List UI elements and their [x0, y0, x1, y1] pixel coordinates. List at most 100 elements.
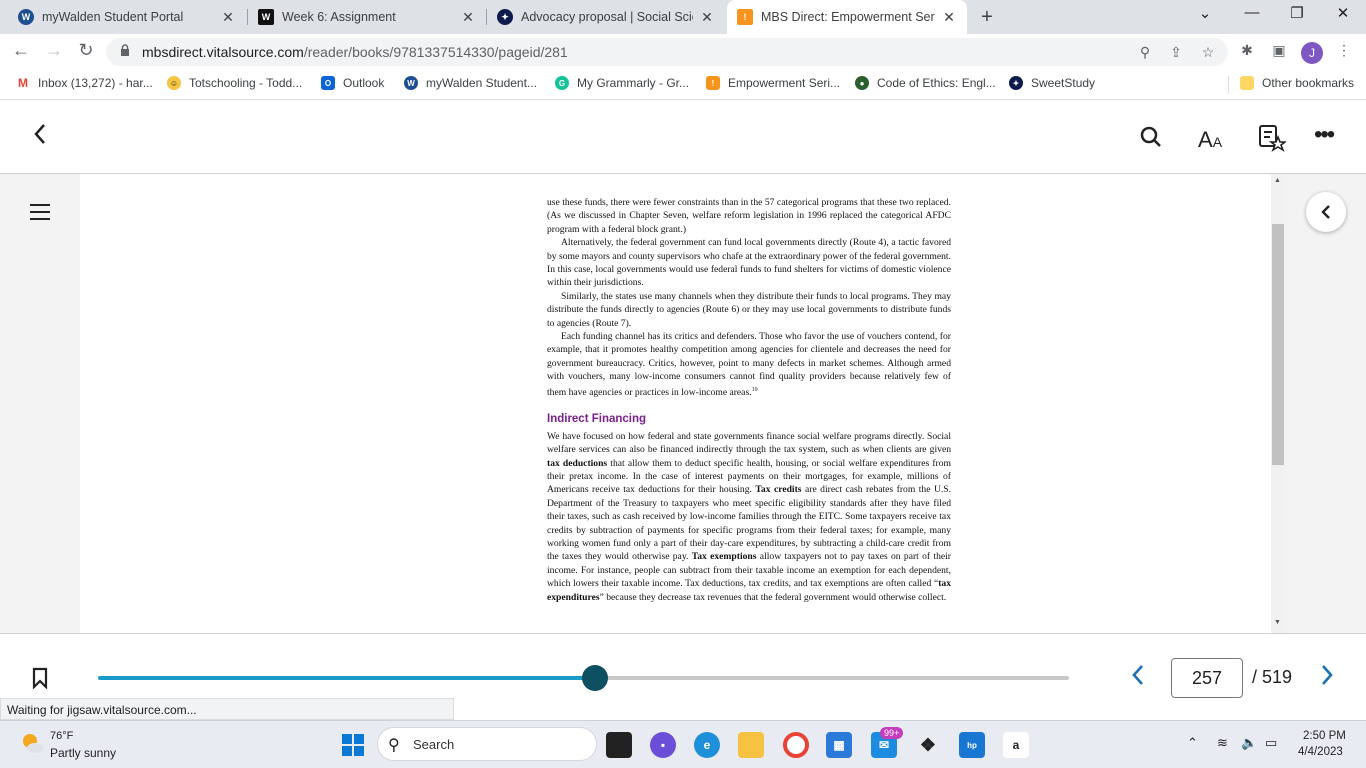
close-window-icon[interactable]: ✕ — [1333, 4, 1353, 22]
weather-condition[interactable]: Partly sunny — [50, 746, 116, 760]
volume-icon[interactable]: 🔈 — [1241, 735, 1257, 751]
clock-date[interactable]: 4/4/2023 — [1298, 746, 1343, 758]
tab-week6-assignment[interactable]: W Week 6: Assignment ✕ — [248, 0, 486, 34]
mbs-icon: ! — [737, 9, 753, 25]
search-icon: ⚲ — [388, 737, 400, 754]
file-explorer-icon[interactable] — [738, 732, 764, 758]
book-page: use these funds, there were fewer constr… — [80, 174, 1271, 633]
other-bookmarks[interactable]: Other bookmarks — [1240, 76, 1354, 90]
weather-temp[interactable]: 76°F — [50, 730, 73, 742]
status-bar: Waiting for jigsaw.vitalsource.com... — [0, 698, 454, 720]
reader-header: AA ••• — [0, 101, 1366, 174]
section-heading: Indirect Financing — [547, 413, 647, 426]
next-page-icon[interactable] — [1320, 664, 1334, 692]
share-icon[interactable]: ⇪ — [1167, 44, 1185, 61]
text-size-icon[interactable]: AA — [1198, 127, 1222, 153]
bookmark-sweetstudy[interactable]: ✦ SweetStudy — [1009, 76, 1095, 90]
wifi-icon[interactable]: ≋ — [1217, 735, 1228, 751]
w-icon: W — [258, 9, 274, 25]
reload-icon[interactable]: ↻ — [75, 40, 97, 61]
text-span: We have focused on how federal and state… — [547, 430, 951, 456]
partly-sunny-icon[interactable] — [20, 731, 44, 755]
windows-start-icon[interactable] — [340, 732, 366, 758]
edge-icon[interactable]: e — [694, 732, 720, 758]
bookmark-outlook[interactable]: O Outlook — [321, 76, 384, 90]
page-number-input[interactable]: 257 — [1171, 658, 1243, 698]
tab-title: myWalden Student Portal — [42, 10, 184, 24]
walden-icon: W — [18, 9, 34, 25]
hp-app-icon[interactable]: hp — [959, 732, 985, 758]
more-menu-icon[interactable]: ⋮ — [1334, 42, 1354, 59]
gmail-icon: M — [16, 76, 30, 90]
task-view-icon[interactable] — [606, 732, 632, 758]
bookmark-empowerment[interactable]: ! Empowerment Seri... — [706, 76, 840, 90]
bookmark-icon[interactable] — [32, 667, 48, 689]
notes-star-icon[interactable] — [1258, 124, 1288, 158]
clock-time[interactable]: 2:50 PM — [1303, 730, 1346, 742]
sweetstudy-icon: ✦ — [1009, 76, 1023, 90]
folder-icon — [1240, 76, 1254, 90]
tab-search-icon[interactable]: ⌄ — [1195, 4, 1215, 22]
star-icon[interactable]: ☆ — [1199, 44, 1217, 61]
tab-mywalden[interactable]: W myWalden Student Portal ✕ — [8, 0, 246, 34]
chevron-up-icon[interactable]: ⌃ — [1187, 735, 1198, 751]
more-options-icon[interactable]: ••• — [1314, 121, 1335, 149]
bookmark-grammarly[interactable]: G My Grammarly - Gr... — [555, 76, 689, 90]
tab-mbs-direct[interactable]: ! MBS Direct: Empowerment Series ✕ — [727, 0, 967, 34]
scrollbar-thumb[interactable] — [1272, 224, 1284, 465]
scroll-down-arrow-icon[interactable]: ▼ — [1274, 619, 1281, 626]
search-icon[interactable] — [1139, 125, 1163, 155]
taskbar-search[interactable]: ⚲ Search — [377, 727, 597, 761]
chevron-left-icon — [1321, 205, 1330, 219]
close-icon[interactable]: ✕ — [699, 9, 715, 26]
bookmark-totschooling[interactable]: ☺ Totschooling - Todd... — [167, 76, 302, 90]
forward-arrow-icon[interactable]: → — [43, 40, 65, 61]
page-total: / 519 — [1252, 667, 1293, 687]
back-arrow-icon[interactable]: ← — [10, 40, 32, 61]
bookmark-code-of-ethics[interactable]: ● Code of Ethics: Engl... — [855, 76, 996, 90]
footnote-ref[interactable]: 19 — [752, 387, 758, 393]
close-icon[interactable]: ✕ — [941, 9, 957, 26]
scroll-up-arrow-icon[interactable]: ▲ — [1274, 177, 1281, 184]
previous-page-icon[interactable] — [1131, 664, 1145, 692]
mail-badge: 99+ — [880, 727, 904, 739]
teams-chat-icon[interactable]: ▪ — [650, 732, 676, 758]
profile-avatar[interactable]: J — [1301, 42, 1323, 64]
chrome-icon[interactable] — [783, 732, 809, 758]
slider-handle[interactable] — [582, 665, 609, 691]
nasw-icon: ● — [855, 76, 869, 90]
zoom-icon[interactable]: ⚲ — [1136, 44, 1154, 61]
dropbox-icon[interactable]: ❖ — [915, 732, 941, 758]
bookmark-label: Empowerment Seri... — [728, 76, 841, 90]
close-icon[interactable]: ✕ — [460, 9, 476, 26]
address-bar[interactable]: mbsdirect.vitalsource.com/reader/books/9… — [106, 38, 1228, 66]
table-of-contents-icon[interactable] — [30, 204, 50, 225]
battery-icon[interactable]: ▭ — [1265, 735, 1277, 751]
bookmark-label: Outlook — [343, 76, 385, 90]
tab-title: MBS Direct: Empowerment Series — [761, 10, 935, 24]
back-chevron-icon[interactable] — [30, 123, 50, 151]
bookmark-mywalden[interactable]: W myWalden Student... — [404, 76, 537, 90]
url-path: /reader/books/9781337514330/pageid/281 — [303, 44, 568, 60]
paragraph: We have focused on how federal and state… — [547, 430, 951, 604]
new-tab-button[interactable]: + — [977, 6, 997, 29]
bookmark-label: Totschooling - Todd... — [189, 76, 303, 90]
side-panel-icon[interactable]: ▣ — [1269, 42, 1289, 59]
paragraph: Alternatively, the federal government ca… — [547, 237, 951, 289]
tab-strip: W myWalden Student Portal ✕ W Week 6: As… — [0, 0, 1366, 34]
collapse-panel-button[interactable] — [1306, 192, 1346, 232]
microsoft-store-icon[interactable]: ▦ — [826, 732, 852, 758]
minimize-icon[interactable]: — — [1242, 4, 1262, 21]
bookmark-inbox[interactable]: M Inbox (13,272) - har... — [16, 76, 153, 90]
lock-icon — [121, 44, 129, 56]
mbs-icon: ! — [706, 76, 720, 90]
close-icon[interactable]: ✕ — [220, 9, 236, 26]
tab-advocacy-proposal[interactable]: ✦ Advocacy proposal | Social Scienc ✕ — [487, 0, 725, 34]
url-domain: mbsdirect.vitalsource.com — [142, 44, 304, 60]
outlook-icon: O — [321, 76, 335, 90]
restore-icon[interactable]: ❐ — [1287, 4, 1307, 22]
amazon-icon[interactable]: a — [1003, 732, 1029, 758]
extensions-icon[interactable]: ✱ — [1237, 42, 1257, 59]
reader-body: use these funds, there were fewer constr… — [0, 174, 1366, 633]
page-slider[interactable] — [98, 665, 1069, 691]
